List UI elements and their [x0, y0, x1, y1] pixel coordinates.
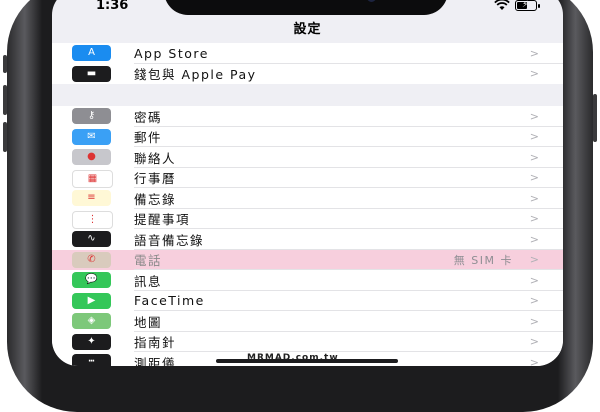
settings-row-label: 聯絡人 [134, 150, 177, 166]
measure-icon: ┅ [72, 354, 111, 366]
chevron-right-icon: > [529, 294, 539, 308]
chevron-right-icon: > [529, 171, 539, 185]
settings-row-label: 訊息 [134, 273, 163, 289]
chevron-right-icon: > [529, 355, 539, 366]
settings-row-label: 備忘錄 [134, 191, 177, 207]
settings-row-label: FaceTime [134, 293, 205, 309]
maps-icon: ◈ [72, 313, 111, 329]
page-title: 設定 [293, 22, 322, 37]
settings-row-label: 語音備忘錄 [134, 232, 205, 248]
settings-row[interactable]: ⋮ 提醒事項 > [52, 209, 563, 229]
wifi-icon [494, 0, 510, 10]
settings-row[interactable]: ▦ 行事曆 > [52, 168, 563, 188]
notes-icon: ≡ [72, 190, 111, 206]
voice-memos-icon: ∿ [72, 231, 111, 247]
chevron-right-icon: > [529, 67, 539, 81]
settings-row[interactable]: ✦ 指南針 > [52, 332, 563, 352]
reminders-icon: ⋮ [72, 210, 113, 229]
settings-row-label: 提醒事項 [134, 212, 191, 228]
settings-row-label: 錢包與 Apple Pay [134, 67, 257, 83]
status-icons: ⚡ [494, 0, 540, 11]
settings-row[interactable]: ▬ 錢包與 Apple Pay > [52, 64, 563, 85]
settings-group-store: A App Store > ▬ 錢包與 Apple Pay > [52, 43, 563, 84]
chevron-right-icon: > [529, 273, 539, 287]
settings-row-label: 密碼 [134, 109, 163, 125]
compass-icon: ✦ [72, 333, 111, 350]
chevron-right-icon: > [529, 212, 539, 226]
chevron-right-icon: > [529, 191, 539, 205]
settings-row[interactable]: ✆ 電話 無 SIM 卡 > [52, 249, 563, 270]
settings-row-label: 地圖 [134, 314, 163, 330]
home-indicator[interactable] [216, 359, 398, 363]
silent-switch [3, 55, 7, 73]
chevron-right-icon: > [529, 314, 539, 328]
settings-row[interactable]: ≡ 備忘錄 > [52, 188, 563, 209]
settings-row-label: App Store [134, 45, 209, 61]
settings-group-apps: ⚷ 密碼 > ✉ 郵件 > ● 聯絡人 > ▦ 行事曆 > ≡ 備忘錄 > ⋮ 提醒事項 > ∿ 語音備忘錄 > ✆ 電話 無… [52, 106, 563, 366]
settings-row[interactable]: 💬 訊息 > [52, 270, 563, 291]
chevron-right-icon: > [529, 232, 539, 246]
status-time: 1:36 [96, 0, 129, 13]
wallet-icon: ▬ [72, 65, 111, 82]
settings-row[interactable]: ● 聯絡人 > [52, 147, 563, 168]
contacts-icon: ● [72, 149, 111, 165]
phone-icon: ✆ [72, 251, 111, 268]
facetime-icon: ▶ [72, 292, 111, 309]
settings-row-label: 行事曆 [134, 171, 177, 187]
settings-row[interactable]: ◈ 地圖 > [52, 311, 563, 332]
settings-row[interactable]: ⚷ 密碼 > [52, 106, 563, 127]
front-camera [367, 0, 376, 2]
settings-row-label: 電話 [134, 253, 163, 269]
chevron-right-icon: > [529, 253, 539, 267]
battery-icon: ⚡ [515, 0, 540, 11]
settings-row[interactable]: A App Store > [52, 43, 563, 64]
side-button [593, 94, 597, 142]
notch [164, 0, 448, 15]
settings-row[interactable]: ✉ 郵件 > [52, 127, 563, 147]
key-icon: ⚷ [72, 108, 111, 124]
volume-up-button [3, 85, 7, 115]
app-store-icon: A [72, 45, 111, 61]
chevron-right-icon: > [529, 150, 539, 164]
settings-row-label: 測距儀 [134, 355, 177, 366]
settings-row-label: 指南針 [134, 335, 177, 351]
chevron-right-icon: > [529, 109, 539, 123]
chevron-right-icon: > [529, 335, 539, 349]
settings-row[interactable]: ▶ FaceTime > [52, 291, 563, 311]
calendar-icon: ▦ [72, 169, 113, 188]
phone-frame: 1:36 ⚡ 設定 A App Store > ▬ 錢包與 Apple Pay > ⚷ 密碼… [3, 0, 597, 412]
mail-icon: ✉ [72, 128, 111, 145]
settings-row-value: 無 SIM 卡 [453, 253, 513, 267]
chevron-right-icon: > [529, 130, 539, 144]
settings-row[interactable]: ∿ 語音備忘錄 > [52, 229, 563, 250]
settings-row-label: 郵件 [134, 130, 163, 146]
messages-icon: 💬 [72, 272, 111, 288]
screen: 1:36 ⚡ 設定 A App Store > ▬ 錢包與 Apple Pay > ⚷ 密碼… [52, 0, 563, 366]
volume-down-button [3, 122, 7, 152]
chevron-right-icon: > [529, 46, 539, 60]
charging-bolt-icon: ⚡ [522, 0, 529, 10]
